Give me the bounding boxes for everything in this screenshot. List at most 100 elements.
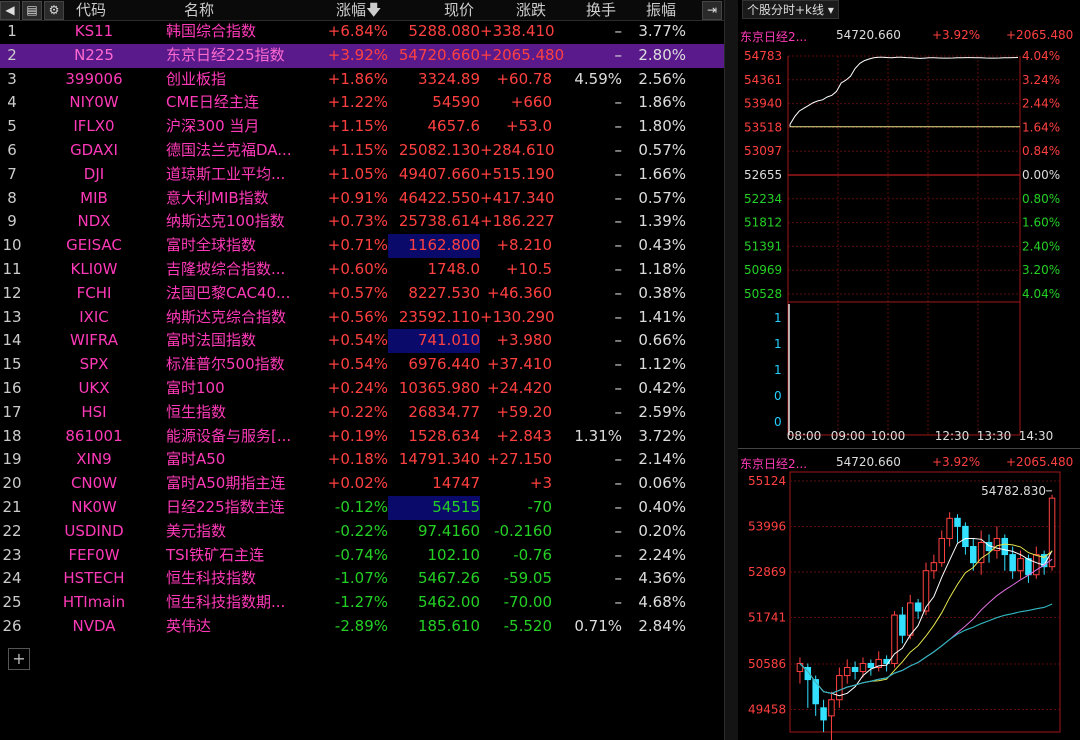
candle-body (820, 707, 827, 721)
table-row[interactable]: 12 FCHI 法国巴黎CAC40... +0.57% 8227.530 +46.360 –… (0, 282, 724, 306)
row-turn: – (614, 283, 623, 302)
price-tick: 51812 (744, 216, 782, 230)
header-chg[interactable]: 涨跌 (516, 0, 546, 20)
table-row[interactable]: 6 GDAXI 德国法兰克福DA... +1.15% 25082.130 +284.610… (0, 139, 724, 163)
price-tick: 50586 (748, 657, 786, 671)
table-row[interactable]: 4 NIY0W CME日经主连 +1.22% 54590 +660 –1.86% (0, 91, 724, 115)
row-name: 恒生指数 (166, 402, 227, 421)
candle-body (977, 541, 985, 564)
panel-divider[interactable] (724, 0, 739, 740)
row-amp: 1.80% (638, 117, 686, 136)
price-tick: 54783 (744, 49, 782, 63)
row-chg: +3 (529, 474, 552, 493)
table-row[interactable]: 15 SPX 标准普尔500指数 +0.54% 6976.440 +37.410 –1.12… (0, 353, 724, 377)
row-turn: – (614, 569, 623, 588)
row-turn: – (614, 164, 623, 183)
header-turn[interactable]: 换手 (586, 0, 616, 20)
candle-body (906, 602, 914, 636)
sort-down-icon: 🡇 (366, 1, 382, 19)
table-row[interactable]: 1 KS11 韩国综合指数 +6.84% 5288.080 +338.410 –3.77% (0, 20, 724, 44)
row-name: 东京日经225指数 (166, 45, 285, 64)
table-row[interactable]: 21 NK0W 日经225指数主连 -0.12% 54515 -70 –0.40% (0, 496, 724, 520)
table-row[interactable]: 25 HTImain 恒生科技指数期... -1.27% 5462.00 -70.00 –4… (0, 591, 724, 615)
add-icon[interactable]: + (8, 648, 30, 670)
price-tick: 52234 (744, 192, 782, 206)
pct-tick: 2.40% (1022, 239, 1060, 253)
volume-tick: 1 (774, 363, 782, 377)
header-code[interactable]: 代码 (76, 0, 106, 20)
volume-tick: 1 (774, 337, 782, 351)
row-amp: 2.14% (638, 450, 686, 469)
row-name: 吉隆坡综合指数... (166, 260, 286, 278)
volume-tick: 0 (774, 389, 782, 403)
kline-chart[interactable]: 55124539965286951741505864945854782.8304… (738, 470, 1080, 740)
expand-panel-icon[interactable]: ⇥ (702, 1, 722, 20)
table-row[interactable]: 13 IXIC 纳斯达克综合指数 +0.56% 23592.110 +130.290 –1.… (0, 306, 724, 330)
table-row[interactable]: 5 IFLX0 沪深300 当月 +1.15% 4657.6 +53.0 –1.80% (0, 115, 724, 139)
table-row[interactable]: 9 NDX 纳斯达克100指数 +0.73% 25738.614 +186.227 –1.3… (0, 210, 724, 234)
row-name: 美元指数 (166, 521, 227, 540)
table-row[interactable]: 22 USDIND 美元指数 -0.22% 97.4160 -0.2160 –0.20% (0, 520, 724, 544)
row-amp: 1.12% (638, 355, 686, 374)
table-row[interactable]: 11 KLI0W 吉隆坡综合指数... +0.60% 1748.0 +10.5 –1.18% (0, 258, 724, 282)
row-pct: +0.54% (327, 355, 388, 374)
pct-tick: 0.80% (1022, 192, 1060, 206)
table-row[interactable]: 19 XIN9 富时A50 +0.18% 14791.340 +27.150 –2.14% (0, 448, 724, 472)
header-pct[interactable]: 涨幅🡇 (336, 0, 381, 20)
row-amp: 0.43% (638, 236, 686, 255)
row-pct: -0.74% (334, 545, 388, 564)
row-price: 4657.6 (427, 117, 481, 136)
row-turn: – (614, 521, 623, 540)
table-row[interactable]: 10 GEISAC 富时全球指数 +0.71% 1162.800 +8.210 –0.43% (0, 234, 724, 258)
table-row[interactable]: 14 WIFRA 富时法国指数 +0.54% 741.010 +3.980 –0.66% (0, 329, 724, 354)
high-annotation: 54782.830 (981, 484, 1046, 498)
table-row[interactable]: 3 399006 创业板指 +1.86% 3324.89 +60.78 4.59% 2.56% (0, 68, 724, 92)
candle-body (938, 537, 946, 564)
table-row[interactable]: 24 HSTECH 恒生科技指数 -1.07% 5467.26 -59.05 –4.36% (0, 567, 724, 591)
gear-icon[interactable]: ⚙ (44, 1, 64, 20)
row-number: 10 (2, 236, 22, 255)
table-row[interactable]: 16 UKX 富时100 +0.24% 10365.980 +24.420 –0.42% (0, 377, 724, 401)
row-price: 1162.800 (388, 234, 480, 258)
table-row[interactable]: 8 MIB 意大利MIB指数 +0.91% 46422.550 +417.340 –0.57… (0, 187, 724, 211)
sort-icon[interactable]: ▤ (22, 1, 42, 20)
row-name: 英伟达 (166, 617, 212, 635)
chart2-price: 54720.660 (836, 455, 901, 469)
row-code: NDX (77, 212, 111, 231)
header-name[interactable]: 名称 (184, 0, 214, 20)
table-row[interactable]: 26 NVDA 英伟达 -2.89% 185.610 -5.520 0.71% 2.84% (0, 615, 724, 639)
header-price[interactable]: 现价 (444, 0, 474, 20)
row-price: 25082.130 (398, 141, 480, 159)
row-pct: +0.54% (327, 331, 388, 350)
row-price: 10365.980 (398, 379, 480, 397)
row-name: 沪深300 当月 (166, 117, 260, 136)
row-number: 12 (2, 283, 22, 302)
table-row[interactable]: 20 CN0W 富时A50期指主连 +0.02% 14747 +3 –0.06% (0, 472, 724, 496)
table-row[interactable]: 17 HSI 恒生指数 +0.22% 26834.77 +59.20 –2.59% (0, 401, 724, 425)
row-amp: 2.24% (638, 545, 686, 564)
row-chg: +2.843 (496, 426, 552, 445)
row-turn: – (614, 212, 623, 231)
chart-mode-tab[interactable]: 个股分时+k线 ▾ (742, 0, 839, 19)
table-row[interactable]: 2 N225 东京日经225指数 +3.92% 54720.660 +2065.480 –2… (0, 43, 724, 68)
row-turn: – (614, 498, 623, 516)
row-chg: +284.610 (480, 141, 555, 159)
row-turn: – (614, 593, 623, 612)
table-row[interactable]: 18 861001 能源设备与服务[... +0.19% 1528.634 +2.843 1… (0, 425, 724, 449)
back-icon[interactable]: ◀ (0, 1, 20, 20)
row-name: 意大利MIB指数 (166, 188, 269, 207)
row-price: 54720.660 (398, 45, 480, 64)
row-pct: +0.60% (327, 260, 388, 278)
table-row[interactable]: 7 DJI 道琼斯工业平均... +1.05% 49407.660 +515.190 –1.… (0, 163, 724, 187)
row-name: 德国法兰克福DA... (166, 141, 292, 159)
header-amp[interactable]: 振幅 (646, 0, 676, 20)
row-price: 46422.550 (398, 188, 480, 207)
row-price: 25738.614 (398, 212, 480, 231)
intraday-chart[interactable]: 54783 4.04% 54361 3.24% 53940 2.44% 53518 1.64%… (738, 40, 1080, 450)
table-row[interactable]: 23 FEF0W TSI铁矿石主连 -0.74% 102.10 -0.76 –2.24% (0, 544, 724, 568)
row-price: 26834.77 (408, 402, 480, 421)
row-turn: – (614, 307, 623, 326)
row-chg: +53.0 (506, 117, 552, 136)
row-pct: +0.18% (327, 450, 388, 469)
row-name: 纳斯达克综合指数 (166, 307, 287, 326)
